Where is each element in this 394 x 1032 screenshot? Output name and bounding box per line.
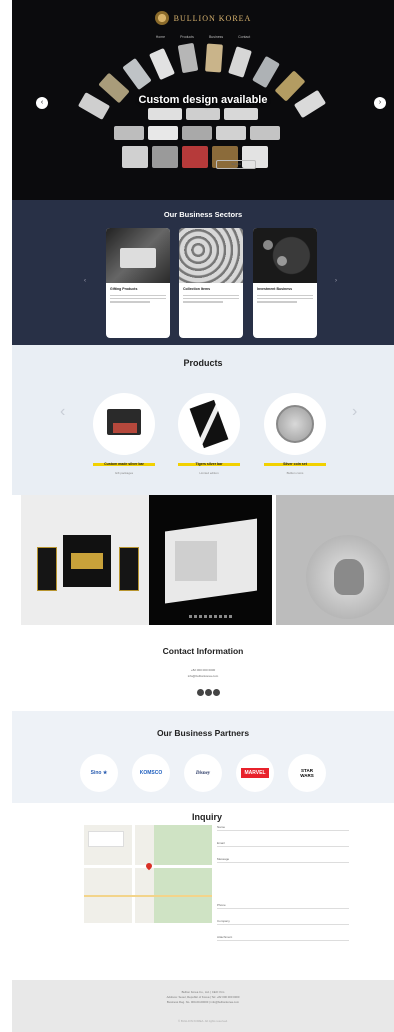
- nav-item-business[interactable]: Business: [209, 35, 223, 39]
- section-title: Inquiry: [192, 812, 223, 822]
- partner-logo-text: STAR WARS: [300, 768, 314, 778]
- sector-image: [253, 228, 317, 283]
- inquiry-form: Name Email Message Phone Company Attachm…: [217, 825, 349, 951]
- sector-image: [106, 228, 170, 283]
- business-sectors-section: Our Business Sectors Gifting Products Co…: [12, 200, 394, 345]
- copyright-text: © BULLION KOREA. All rights reserved.: [178, 1019, 228, 1023]
- partner-logo[interactable]: KOMSCO: [132, 754, 170, 792]
- sector-title: Gifting Products: [110, 287, 138, 291]
- product-image[interactable]: [93, 393, 155, 455]
- nav-item-home[interactable]: Home: [156, 35, 165, 39]
- email-field[interactable]: [217, 846, 349, 847]
- sector-title: Investment Business: [257, 287, 293, 291]
- partner-logo-text: KOMSCO: [139, 770, 163, 776]
- contact-email[interactable]: info@bullionkorea.com: [12, 674, 394, 678]
- gallery-image[interactable]: [21, 495, 158, 625]
- product-name[interactable]: Silver coin set: [264, 462, 326, 466]
- message-field[interactable]: [217, 862, 349, 863]
- section-title: Contact Information: [162, 646, 244, 656]
- sector-card[interactable]: Collection Items: [179, 228, 243, 338]
- phone-field[interactable]: [217, 908, 349, 909]
- sectors-next-button[interactable]: ›: [335, 278, 337, 284]
- sector-card[interactable]: Gifting Products: [106, 228, 170, 338]
- name-field[interactable]: [217, 830, 349, 831]
- product-subtitle: Limited edition: [199, 471, 219, 475]
- nav-item-products[interactable]: Products: [180, 35, 194, 39]
- sector-card[interactable]: Investment Business: [253, 228, 317, 338]
- partner-logo-text: Sino ★: [90, 770, 108, 776]
- hero-banner: BULLION KOREA Home Products Business Con…: [12, 0, 394, 200]
- product-image[interactable]: [178, 393, 240, 455]
- product-image[interactable]: [264, 393, 326, 455]
- section-title: Our Business Partners: [156, 728, 250, 738]
- footer-line: Address: Seoul, Republic of Korea | Tel:…: [166, 995, 240, 999]
- partner-logo-text: MARVEL: [241, 768, 269, 778]
- partner-logo[interactable]: MARVEL: [236, 754, 274, 792]
- partner-logo[interactable]: Disney: [184, 754, 222, 792]
- hero-prev-button[interactable]: ‹: [36, 97, 48, 109]
- youtube-icon[interactable]: [205, 689, 212, 696]
- hero-product-image: [74, 40, 334, 140]
- partner-logo[interactable]: Sino ★: [80, 754, 118, 792]
- footer-line: Bullion Korea Co., Ltd. | CEO: Kim: [181, 990, 225, 994]
- footer-line: Business Reg. No. 000-00-00000 | info@bu…: [166, 1000, 240, 1004]
- sector-image: [179, 228, 243, 283]
- products-next-button[interactable]: ›: [352, 403, 357, 421]
- product-name[interactable]: Custom made silver bar: [93, 462, 155, 466]
- company-field[interactable]: [217, 924, 349, 925]
- contact-phone[interactable]: +82 000 000 0000: [12, 668, 394, 672]
- partners-section: Our Business Partners Sino ★ KOMSCO Disn…: [12, 711, 394, 803]
- products-section: Products Custom made silver bar Gift pac…: [12, 345, 394, 495]
- attachment-field[interactable]: [217, 940, 349, 941]
- brand-name: BULLION KOREA: [173, 13, 252, 23]
- instagram-icon[interactable]: [213, 689, 220, 696]
- gallery-image[interactable]: [276, 495, 394, 625]
- partner-logo[interactable]: STAR WARS: [288, 754, 326, 792]
- contact-section: Contact Information +82 000 000 0000 inf…: [12, 628, 394, 710]
- brand-logo[interactable]: BULLION KOREA: [12, 9, 394, 27]
- location-map[interactable]: [84, 825, 212, 923]
- partner-logo-text: Disney: [195, 770, 211, 776]
- section-title: Our Business Sectors: [163, 210, 243, 219]
- nav-item-contact[interactable]: Contact: [238, 35, 250, 39]
- section-title: Products: [183, 358, 223, 368]
- products-prev-button[interactable]: ‹: [60, 403, 65, 421]
- logo-emblem-icon: [154, 11, 169, 25]
- hero-next-button[interactable]: ›: [374, 97, 386, 109]
- hero-title: Custom design available: [138, 94, 268, 106]
- inquiry-section: Inquiry Name Email Message Phone Company…: [12, 803, 394, 980]
- submit-button[interactable]: Submit: [216, 160, 256, 169]
- product-subtitle: Gift packages: [114, 471, 134, 475]
- gallery-section: [12, 495, 394, 627]
- product-name[interactable]: Tigers silver bar: [178, 462, 240, 466]
- gallery-image[interactable]: [149, 495, 272, 625]
- map-pin-icon: [144, 861, 154, 871]
- blog-icon[interactable]: [197, 689, 204, 696]
- sectors-prev-button[interactable]: ‹: [84, 278, 86, 284]
- site-footer: Bullion Korea Co., Ltd. | CEO: Kim Addre…: [12, 980, 394, 1032]
- main-nav: Home Products Business Contact: [12, 35, 394, 39]
- product-subtitle: Bullion coins: [286, 471, 304, 475]
- sector-title: Collection Items: [183, 287, 211, 291]
